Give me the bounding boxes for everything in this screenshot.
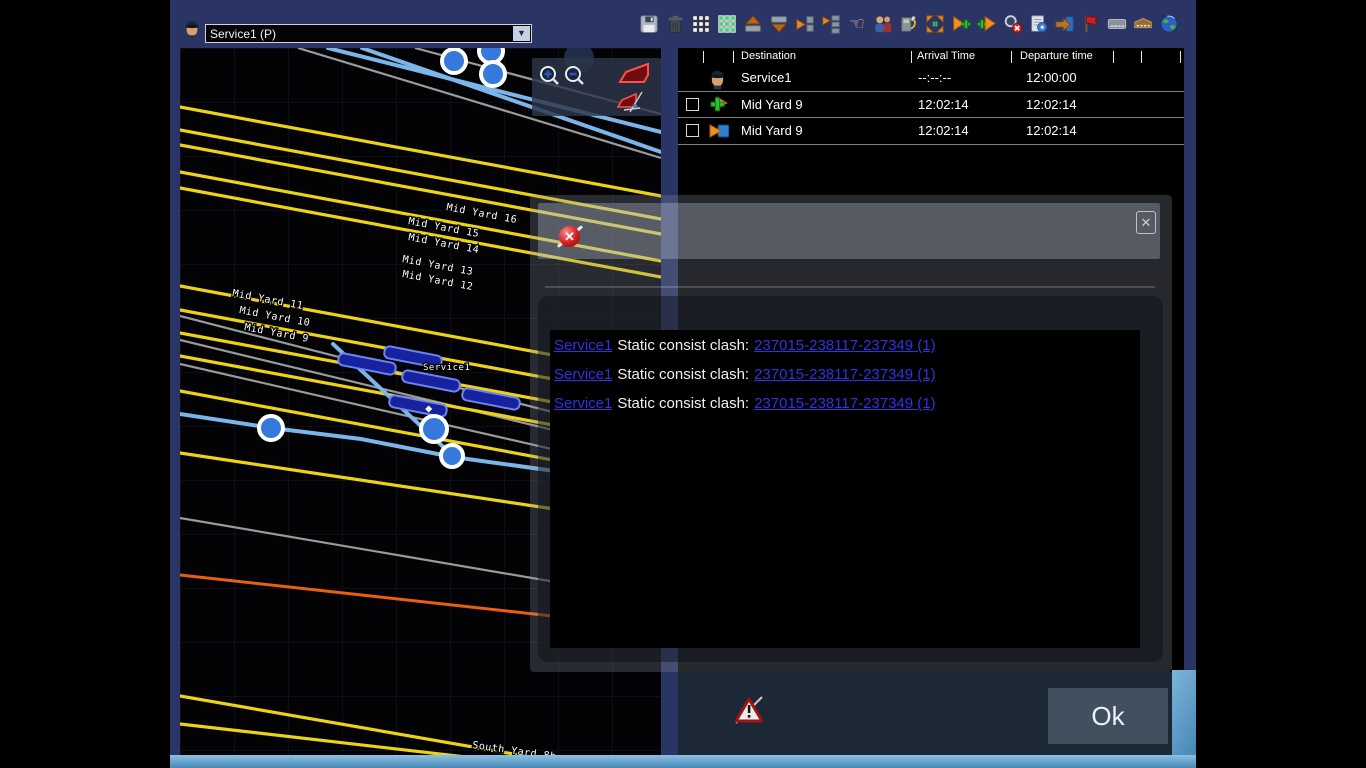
driver-icon bbox=[183, 16, 201, 45]
service-selector-dropdown[interactable]: Service1 (P) ▼ bbox=[205, 24, 532, 43]
dialog-footer-panel: Ok bbox=[678, 672, 1172, 755]
grid-active-icon[interactable] bbox=[716, 13, 738, 35]
consist-link[interactable]: 237015-238117-237349 (1) bbox=[754, 337, 936, 354]
expand-icon[interactable] bbox=[924, 13, 946, 35]
save-icon[interactable] bbox=[638, 13, 660, 35]
row-checkbox[interactable] bbox=[686, 124, 699, 137]
row-divider bbox=[678, 144, 1184, 145]
map-zoom-panel bbox=[532, 58, 661, 116]
error-marker-icon: ✕ bbox=[556, 222, 584, 250]
add-service-alt-icon[interactable] bbox=[976, 13, 998, 35]
consist-link[interactable]: 237015-238117-237349 (1) bbox=[754, 395, 936, 412]
error-line: Service1 Static consist clash: 237015-2381… bbox=[554, 366, 1140, 395]
window-border bbox=[170, 755, 1196, 768]
departure-cell: 12:02:14 bbox=[1026, 92, 1077, 118]
dialog-divider bbox=[545, 286, 1155, 288]
add-instruction-icon bbox=[709, 95, 729, 118]
error-line: Service1 Static consist clash: 237015-2381… bbox=[554, 395, 1140, 424]
consist-link[interactable]: 237015-238117-237349 (1) bbox=[754, 366, 936, 383]
map-service-label: Service1 bbox=[423, 363, 470, 373]
col-destination: Destination bbox=[741, 50, 796, 62]
timetable-row-instruction[interactable]: Mid Yard 9 12:02:14 12:02:14 bbox=[678, 118, 1184, 144]
ok-button[interactable]: Ok bbox=[1048, 688, 1168, 744]
warning-icon bbox=[734, 696, 764, 729]
error-message: Static consist clash: bbox=[617, 366, 749, 383]
destination-cell: Service1 bbox=[741, 64, 792, 91]
close-icon[interactable]: ✕ bbox=[1136, 211, 1156, 234]
add-service-icon[interactable] bbox=[950, 13, 972, 35]
pointer-hand-icon[interactable]: ☜ bbox=[846, 13, 868, 35]
passengers-icon[interactable] bbox=[872, 13, 894, 35]
lower-icon[interactable] bbox=[768, 13, 790, 35]
grid-icon[interactable] bbox=[690, 13, 712, 35]
chevron-down-icon[interactable]: ▼ bbox=[513, 26, 530, 41]
marker-icon[interactable] bbox=[1132, 13, 1154, 35]
window-border bbox=[1172, 670, 1196, 768]
raise-icon[interactable] bbox=[742, 13, 764, 35]
destination-cell: Mid Yard 9 bbox=[741, 92, 803, 118]
error-line: Service1 Static consist clash: 237015-2381… bbox=[554, 337, 1140, 366]
screen: Service1 (P) ▼ ☜ bbox=[0, 0, 1366, 768]
arrival-cell: 12:02:14 bbox=[918, 118, 969, 144]
destination-cell: Mid Yard 9 bbox=[741, 118, 803, 144]
timetable-row-service[interactable]: Service1 --:--:-- 12:00:00 bbox=[678, 64, 1184, 91]
arrival-cell: 12:02:14 bbox=[918, 92, 969, 118]
departure-cell: 12:02:14 bbox=[1026, 118, 1077, 144]
col-arrival: Arrival Time bbox=[917, 50, 975, 62]
toolbar: ☜ bbox=[638, 13, 1180, 35]
row-checkbox[interactable] bbox=[686, 98, 699, 111]
service-selector-value: Service1 (P) bbox=[206, 27, 513, 41]
flag-icon[interactable] bbox=[1080, 13, 1102, 35]
remove-search-icon[interactable] bbox=[1002, 13, 1024, 35]
svg-text:☜: ☜ bbox=[849, 14, 865, 34]
timetable-row-instruction[interactable]: Mid Yard 9 12:02:14 12:02:14 bbox=[678, 92, 1184, 118]
arrival-cell: --:--:-- bbox=[918, 64, 951, 91]
delete-icon[interactable] bbox=[664, 13, 686, 35]
driver-icon bbox=[708, 66, 727, 93]
platform-icon[interactable] bbox=[1106, 13, 1128, 35]
scenario-properties-icon[interactable] bbox=[1028, 13, 1050, 35]
world-icon[interactable] bbox=[1158, 13, 1180, 35]
insert-before-icon[interactable] bbox=[794, 13, 816, 35]
service-link[interactable]: Service1 bbox=[554, 366, 612, 383]
service-link[interactable]: Service1 bbox=[554, 337, 612, 354]
insert-after-icon[interactable] bbox=[820, 13, 842, 35]
timetable-header: Destination Arrival Time Departure time bbox=[678, 50, 1184, 64]
service-link[interactable]: Service1 bbox=[554, 395, 612, 412]
fuel-icon[interactable] bbox=[898, 13, 920, 35]
pickup-instruction-icon bbox=[709, 121, 729, 144]
col-departure: Departure time bbox=[1020, 50, 1093, 62]
consist-clash-dialog: ✕ ✕ Service1 Static consist clash: 237015-… bbox=[530, 195, 1172, 672]
dialog-title-bar bbox=[538, 203, 1160, 259]
error-message: Static consist clash: bbox=[617, 395, 749, 412]
departure-cell: 12:00:00 bbox=[1026, 64, 1077, 91]
error-message: Static consist clash: bbox=[617, 337, 749, 354]
export-icon[interactable] bbox=[1054, 13, 1076, 35]
error-log: Service1 Static consist clash: 237015-2381… bbox=[550, 330, 1140, 648]
